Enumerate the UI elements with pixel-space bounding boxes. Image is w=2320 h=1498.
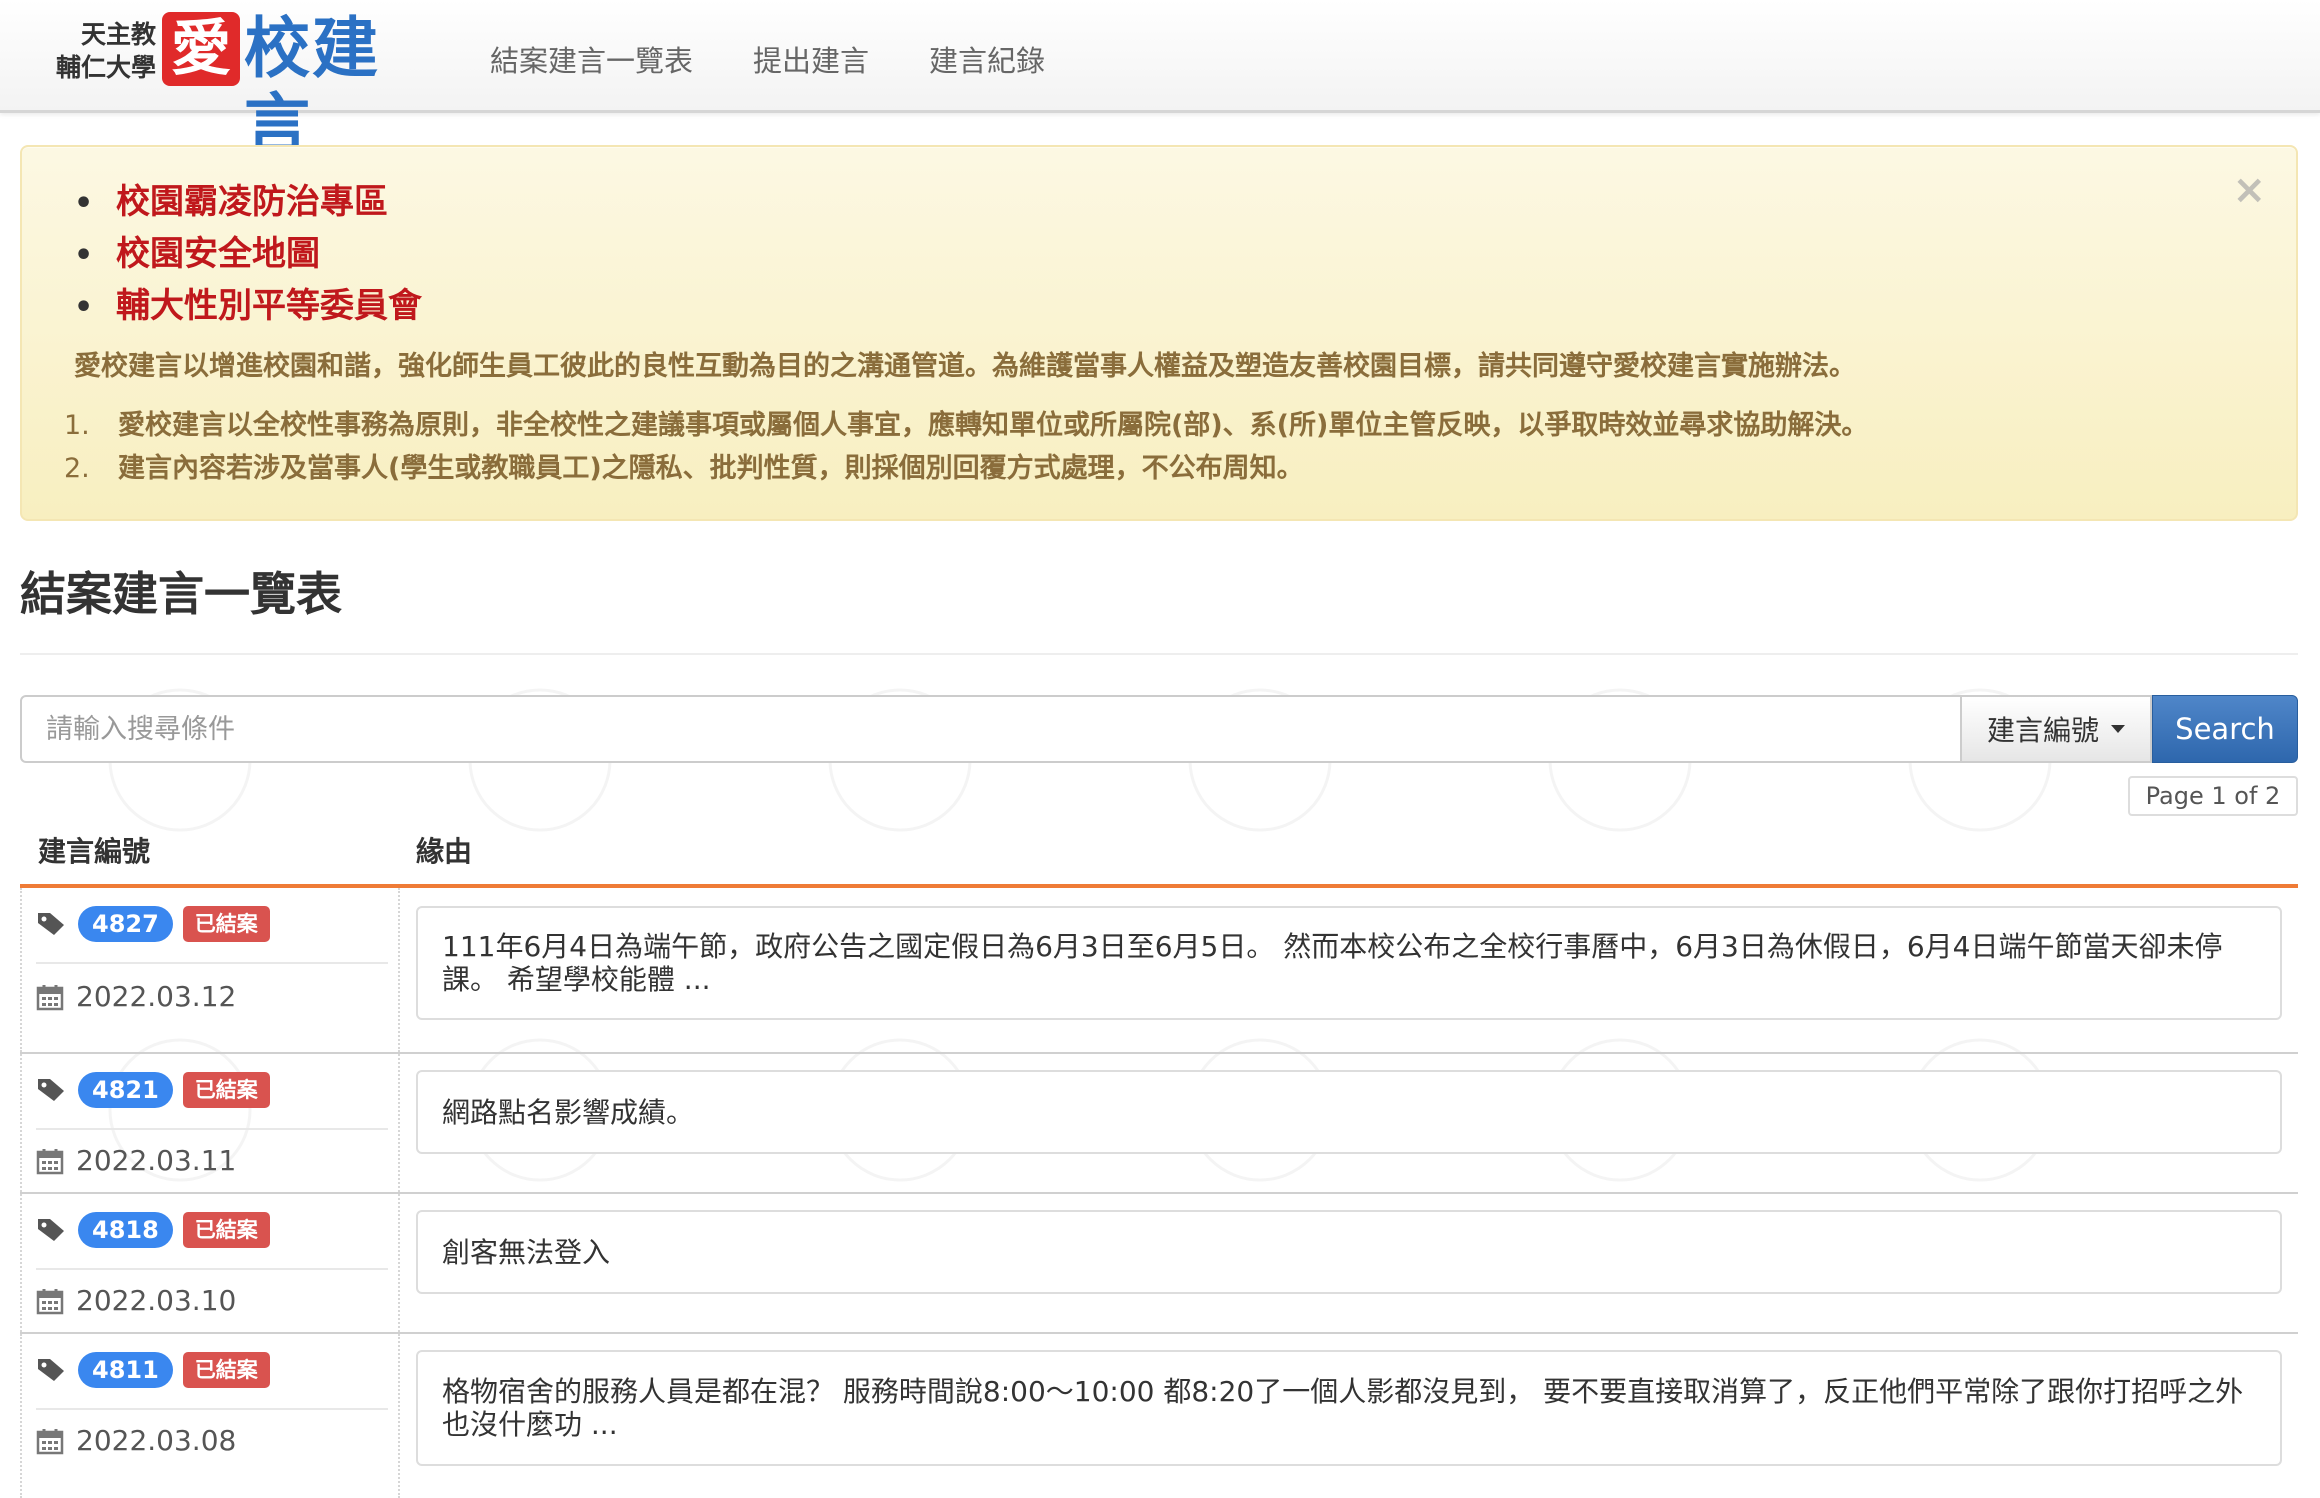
suggestion-id-badge[interactable]: 4811 (78, 1352, 173, 1388)
suggestion-date: 2022.03.08 (76, 1424, 237, 1457)
row-tag-line: 4811 已結案 (36, 1352, 270, 1388)
logo-love-mark: 愛 (162, 12, 240, 86)
table-row: 4821 已結案 2022.03.11 網路點名影響成績。 (20, 1054, 2298, 1194)
row-meta-cell: 4811 已結案 2022.03.08 (20, 1334, 400, 1498)
cell-divider (36, 962, 388, 964)
status-badge: 已結案 (182, 1212, 270, 1248)
site-logo[interactable]: 天主教 輔仁大學 愛 校建言 (44, 10, 444, 162)
row-meta-cell: 4818 已結案 2022.03.10 (20, 1194, 400, 1332)
cell-divider (36, 1128, 388, 1130)
rule-number: 2. (64, 453, 90, 484)
status-badge: 已結案 (182, 1072, 270, 1108)
main-nav: 結案建言一覽表 提出建言 建言紀錄 (490, 0, 1105, 110)
row-date-line: 2022.03.10 (36, 1284, 236, 1317)
suggestion-reason[interactable]: 網路點名影響成績。 (416, 1070, 2282, 1154)
suggestion-reason[interactable]: 111年6月4日為端午節，政府公告之國定假日為6月3日至6月5日。 然而本校公布… (416, 906, 2282, 1020)
calendar-icon (36, 984, 64, 1010)
calendar-icon (36, 1148, 64, 1174)
close-icon[interactable]: × (2232, 167, 2266, 213)
logo-university-name: 天主教 輔仁大學 (44, 18, 156, 84)
rule-text: 建言內容若涉及當事人(學生或教職員工)之隱私、批判性質，則採個別回覆方式處理，不… (118, 453, 1304, 484)
row-tag-line: 4821 已結案 (36, 1072, 270, 1108)
suggestion-id-badge[interactable]: 4821 (78, 1072, 173, 1108)
table-row: 4811 已結案 2022.03.08 格物宿舍的服務人員是都在混？ 服務時間說… (20, 1334, 2298, 1498)
calendar-icon (36, 1428, 64, 1454)
rule-item: 2. 建言內容若涉及當事人(學生或教職員工)之隱私、批判性質，則採個別回覆方式處… (60, 447, 2280, 490)
row-date-line: 2022.03.12 (36, 980, 236, 1013)
table-row: 4818 已結案 2022.03.10 創客無法登入 (20, 1194, 2298, 1334)
row-tag-line: 4818 已結案 (36, 1212, 270, 1248)
calendar-icon (36, 1288, 64, 1314)
caret-down-icon (2111, 725, 2125, 733)
suggestion-reason[interactable]: 格物宿舍的服務人員是都在混？ 服務時間說8:00～10:00 都8:20了一個人… (416, 1350, 2282, 1466)
search-field-dropdown[interactable]: 建言編號 (1962, 695, 2152, 763)
column-header-reason: 緣由 (416, 835, 473, 868)
rule-item: 1. 愛校建言以全校性事務為原則，非全校性之建議事項或屬個人事宜，應轉知單位或所… (60, 404, 2280, 447)
tag-icon (38, 1359, 64, 1381)
link-bullying-prevention[interactable]: 校園霸凌防治專區 (74, 177, 422, 229)
suggestion-id-badge[interactable]: 4827 (78, 906, 173, 942)
notice-alert: × 校園霸凌防治專區 校園安全地圖 輔大性別平等委員會 愛校建言以增進校園和諧，… (20, 145, 2298, 521)
row-meta-cell: 4827 已結案 2022.03.12 (20, 888, 400, 1052)
top-navbar: 天主教 輔仁大學 愛 校建言 結案建言一覽表 提出建言 建言紀錄 (0, 0, 2320, 162)
suggestion-date: 2022.03.11 (76, 1144, 237, 1177)
nav-closed-list[interactable]: 結案建言一覽表 (490, 0, 693, 110)
link-campus-safety-map[interactable]: 校園安全地圖 (74, 229, 422, 281)
nav-submit-suggestion[interactable]: 提出建言 (753, 0, 869, 110)
tag-icon (38, 913, 64, 935)
status-badge: 已結案 (182, 906, 270, 942)
logo-line-2: 輔仁大學 (55, 53, 156, 82)
alert-intro-text: 愛校建言以增進校園和諧，強化師生員工彼此的良性互動為目的之溝通管道。為維護當事人… (74, 351, 1856, 382)
rule-number: 1. (64, 410, 90, 441)
logo-line-1: 天主教 (80, 20, 156, 49)
status-badge: 已結案 (182, 1352, 270, 1388)
link-gender-equality-committee[interactable]: 輔大性別平等委員會 (74, 281, 422, 333)
nav-suggestion-records[interactable]: 建言紀錄 (929, 0, 1045, 110)
row-meta-cell: 4821 已結案 2022.03.11 (20, 1054, 400, 1192)
row-date-line: 2022.03.11 (36, 1144, 236, 1177)
pagination-indicator: Page 1 of 2 (2128, 776, 2298, 816)
search-input[interactable] (20, 695, 1962, 763)
search-button[interactable]: Search (2152, 695, 2298, 763)
suggestion-reason[interactable]: 創客無法登入 (416, 1210, 2282, 1294)
cell-divider (36, 1408, 388, 1410)
cell-divider (36, 1268, 388, 1270)
suggestion-date: 2022.03.10 (76, 1284, 237, 1317)
suggestion-date: 2022.03.12 (76, 980, 237, 1013)
column-header-id: 建言編號 (38, 835, 151, 868)
row-tag-line: 4827 已結案 (36, 906, 270, 942)
page-title: 結案建言一覽表 (20, 567, 342, 621)
tag-icon (38, 1079, 64, 1101)
tag-icon (38, 1219, 64, 1241)
logo-title: 校建言 (244, 9, 380, 163)
table-row: 4827 已結案 2022.03.12 111年6月4日為端午節，政府公告之國定… (20, 888, 2298, 1054)
row-date-line: 2022.03.08 (36, 1424, 236, 1457)
alert-rules-list: 1. 愛校建言以全校性事務為原則，非全校性之建議事項或屬個人事宜，應轉知單位或所… (60, 404, 2280, 490)
suggestion-id-badge[interactable]: 4818 (78, 1212, 173, 1248)
rule-text: 愛校建言以全校性事務為原則，非全校性之建議事項或屬個人事宜，應轉知單位或所屬院(… (118, 410, 1869, 441)
title-divider (20, 653, 2298, 655)
alert-link-list: 校園霸凌防治專區 校園安全地圖 輔大性別平等委員會 (74, 177, 422, 333)
search-field-label: 建言編號 (1986, 714, 2099, 747)
